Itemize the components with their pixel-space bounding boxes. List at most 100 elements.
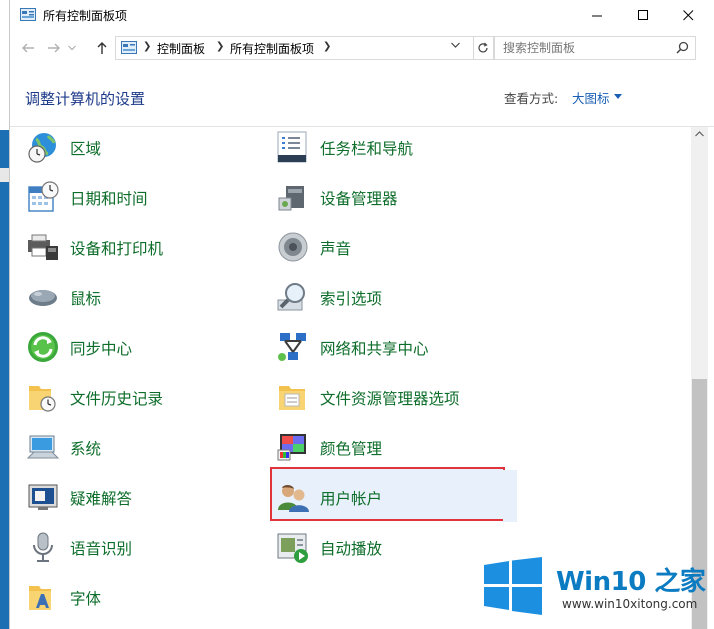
search-box[interactable]	[494, 36, 696, 60]
cp-item-label: 疑难解答	[70, 490, 133, 508]
cp-item-label: 鼠标	[70, 290, 102, 308]
view-by-dropdown[interactable]: 大图标	[572, 88, 610, 107]
taskbar-icon	[277, 131, 307, 163]
desktop-background	[0, 130, 9, 629]
autoplay-icon	[277, 533, 308, 563]
mouse-icon	[29, 290, 57, 306]
breadcrumb-all-items[interactable]: 所有控制面板项	[230, 40, 314, 57]
users-icon	[278, 485, 309, 512]
page-header: 调整计算机的设置 查看方式: 大图标	[10, 66, 714, 127]
breadcrumb-separator-icon[interactable]: ❯	[143, 41, 151, 52]
cp-item-file-history[interactable]: 文件历史记录	[26, 377, 266, 417]
forward-arrow-icon	[48, 43, 60, 53]
watermark-url: www.win10xitong.com	[562, 597, 698, 611]
cp-item-fonts[interactable]: 字体	[26, 577, 266, 617]
cp-item-file-explorer-options[interactable]: 文件资源管理器选项	[276, 377, 516, 417]
cp-item-label: 索引选项	[320, 290, 383, 308]
device-manager-icon	[278, 186, 304, 211]
cp-item-label: 文件资源管理器选项	[320, 390, 460, 408]
refresh-button[interactable]	[473, 36, 494, 60]
cp-item-label: 颜色管理	[320, 440, 383, 458]
navigation-bar: ❯ 控制面板 ❯ 所有控制面板项 ❯	[10, 30, 714, 66]
cp-item-indexing-options[interactable]: 索引选项	[276, 277, 516, 317]
search-input[interactable]	[501, 39, 675, 57]
cp-item-system[interactable]: 系统	[26, 427, 266, 467]
close-button[interactable]	[665, 0, 711, 30]
site-watermark: Win10 之家 www.win10xitong.com	[470, 553, 714, 629]
globe-clock-icon	[28, 133, 56, 163]
cp-item-mouse[interactable]: 鼠标	[26, 277, 266, 317]
window-title: 所有控制面板项	[43, 9, 128, 23]
cp-item-label: 设备和打印机	[70, 240, 164, 258]
cp-item-network-sharing[interactable]: 网络和共享中心	[276, 327, 516, 367]
breadcrumb-separator-icon[interactable]: ❯	[216, 41, 224, 52]
up-button[interactable]	[92, 39, 112, 57]
address-dropdown-icon[interactable]	[451, 42, 460, 49]
microphone-icon	[33, 532, 53, 562]
color-management-icon	[277, 434, 306, 461]
cp-item-label: 用户帐户	[320, 490, 383, 508]
cp-item-label: 网络和共享中心	[320, 340, 429, 358]
cp-item-date-time[interactable]: 日期和时间	[26, 177, 266, 217]
cp-item-speech-recognition[interactable]: 语音识别	[26, 527, 266, 567]
page-title: 调整计算机的设置	[25, 90, 146, 108]
close-icon	[682, 9, 693, 20]
control-panel-window: 所有控制面板项 ❯ 控制面板 ❯ 所有控制面板项 ❯ 搜索控制面板 调整计算机的…	[9, 0, 714, 629]
cp-item-sync-center[interactable]: 同步中心	[26, 327, 266, 367]
cp-item-region[interactable]: 区域	[26, 127, 266, 167]
control-panel-app-icon	[20, 8, 36, 21]
maximize-button[interactable]	[620, 0, 666, 30]
minimize-button[interactable]	[574, 0, 620, 30]
speaker-icon	[278, 232, 308, 262]
cp-item-label: 系统	[70, 440, 102, 458]
minimize-icon	[591, 15, 602, 16]
maximize-icon	[637, 9, 648, 20]
windows-logo-icon	[484, 557, 542, 615]
watermark-title: Win10 之家	[556, 567, 706, 597]
scroll-up-arrow-icon[interactable]	[695, 131, 704, 137]
refresh-icon	[478, 42, 488, 53]
sync-icon	[28, 332, 58, 362]
back-arrow-icon	[22, 43, 34, 53]
chevron-down-icon	[68, 45, 76, 51]
control-panel-crumb-icon	[121, 41, 137, 54]
cp-item-label: 同步中心	[70, 340, 133, 358]
computer-icon	[26, 435, 60, 459]
cp-item-color-management[interactable]: 颜色管理	[276, 427, 516, 467]
cp-item-label: 声音	[320, 240, 352, 258]
cp-item-troubleshooting[interactable]: 疑难解答	[26, 477, 266, 517]
desktop-fragment	[0, 168, 9, 182]
font-folder-icon	[29, 586, 51, 610]
breadcrumb-separator-icon[interactable]: ❯	[323, 41, 331, 52]
cp-item-label: 区域	[70, 140, 102, 158]
printer-icon	[28, 234, 58, 260]
back-button[interactable]	[18, 39, 38, 57]
cp-item-sound[interactable]: 声音	[276, 227, 516, 267]
network-icon	[278, 333, 306, 361]
cp-item-label: 任务栏和导航	[320, 140, 414, 158]
cp-item-label: 设备管理器	[320, 190, 398, 208]
breadcrumb-control-panel[interactable]: 控制面板	[157, 40, 205, 57]
troubleshoot-icon	[28, 484, 58, 510]
cp-item-user-accounts[interactable]: 用户帐户	[276, 477, 516, 517]
cp-item-label: 自动播放	[320, 540, 383, 558]
cp-item-label: 字体	[70, 590, 102, 608]
up-arrow-icon	[97, 42, 107, 54]
recent-locations-button[interactable]	[66, 39, 78, 57]
forward-button[interactable]	[44, 39, 64, 57]
title-bar[interactable]: 所有控制面板项	[10, 0, 714, 30]
cp-item-label: 日期和时间	[70, 190, 148, 208]
file-history-icon	[29, 386, 56, 412]
cp-item-label: 语音识别	[70, 540, 133, 558]
folder-options-icon	[279, 386, 305, 410]
cp-item-taskbar-navigation[interactable]: 任务栏和导航	[276, 127, 516, 167]
search-icon[interactable]	[676, 41, 689, 54]
cp-item-devices-printers[interactable]: 设备和打印机	[26, 227, 266, 267]
magnifier-icon	[277, 283, 305, 311]
view-by-label: 查看方式:	[504, 91, 559, 106]
cp-item-label: 文件历史记录	[70, 390, 164, 408]
calendar-clock-icon	[28, 181, 59, 212]
cp-item-device-manager[interactable]: 设备管理器	[276, 177, 516, 217]
view-by-caret-icon[interactable]	[614, 94, 622, 99]
address-bar[interactable]: ❯ 控制面板 ❯ 所有控制面板项 ❯	[115, 36, 474, 60]
